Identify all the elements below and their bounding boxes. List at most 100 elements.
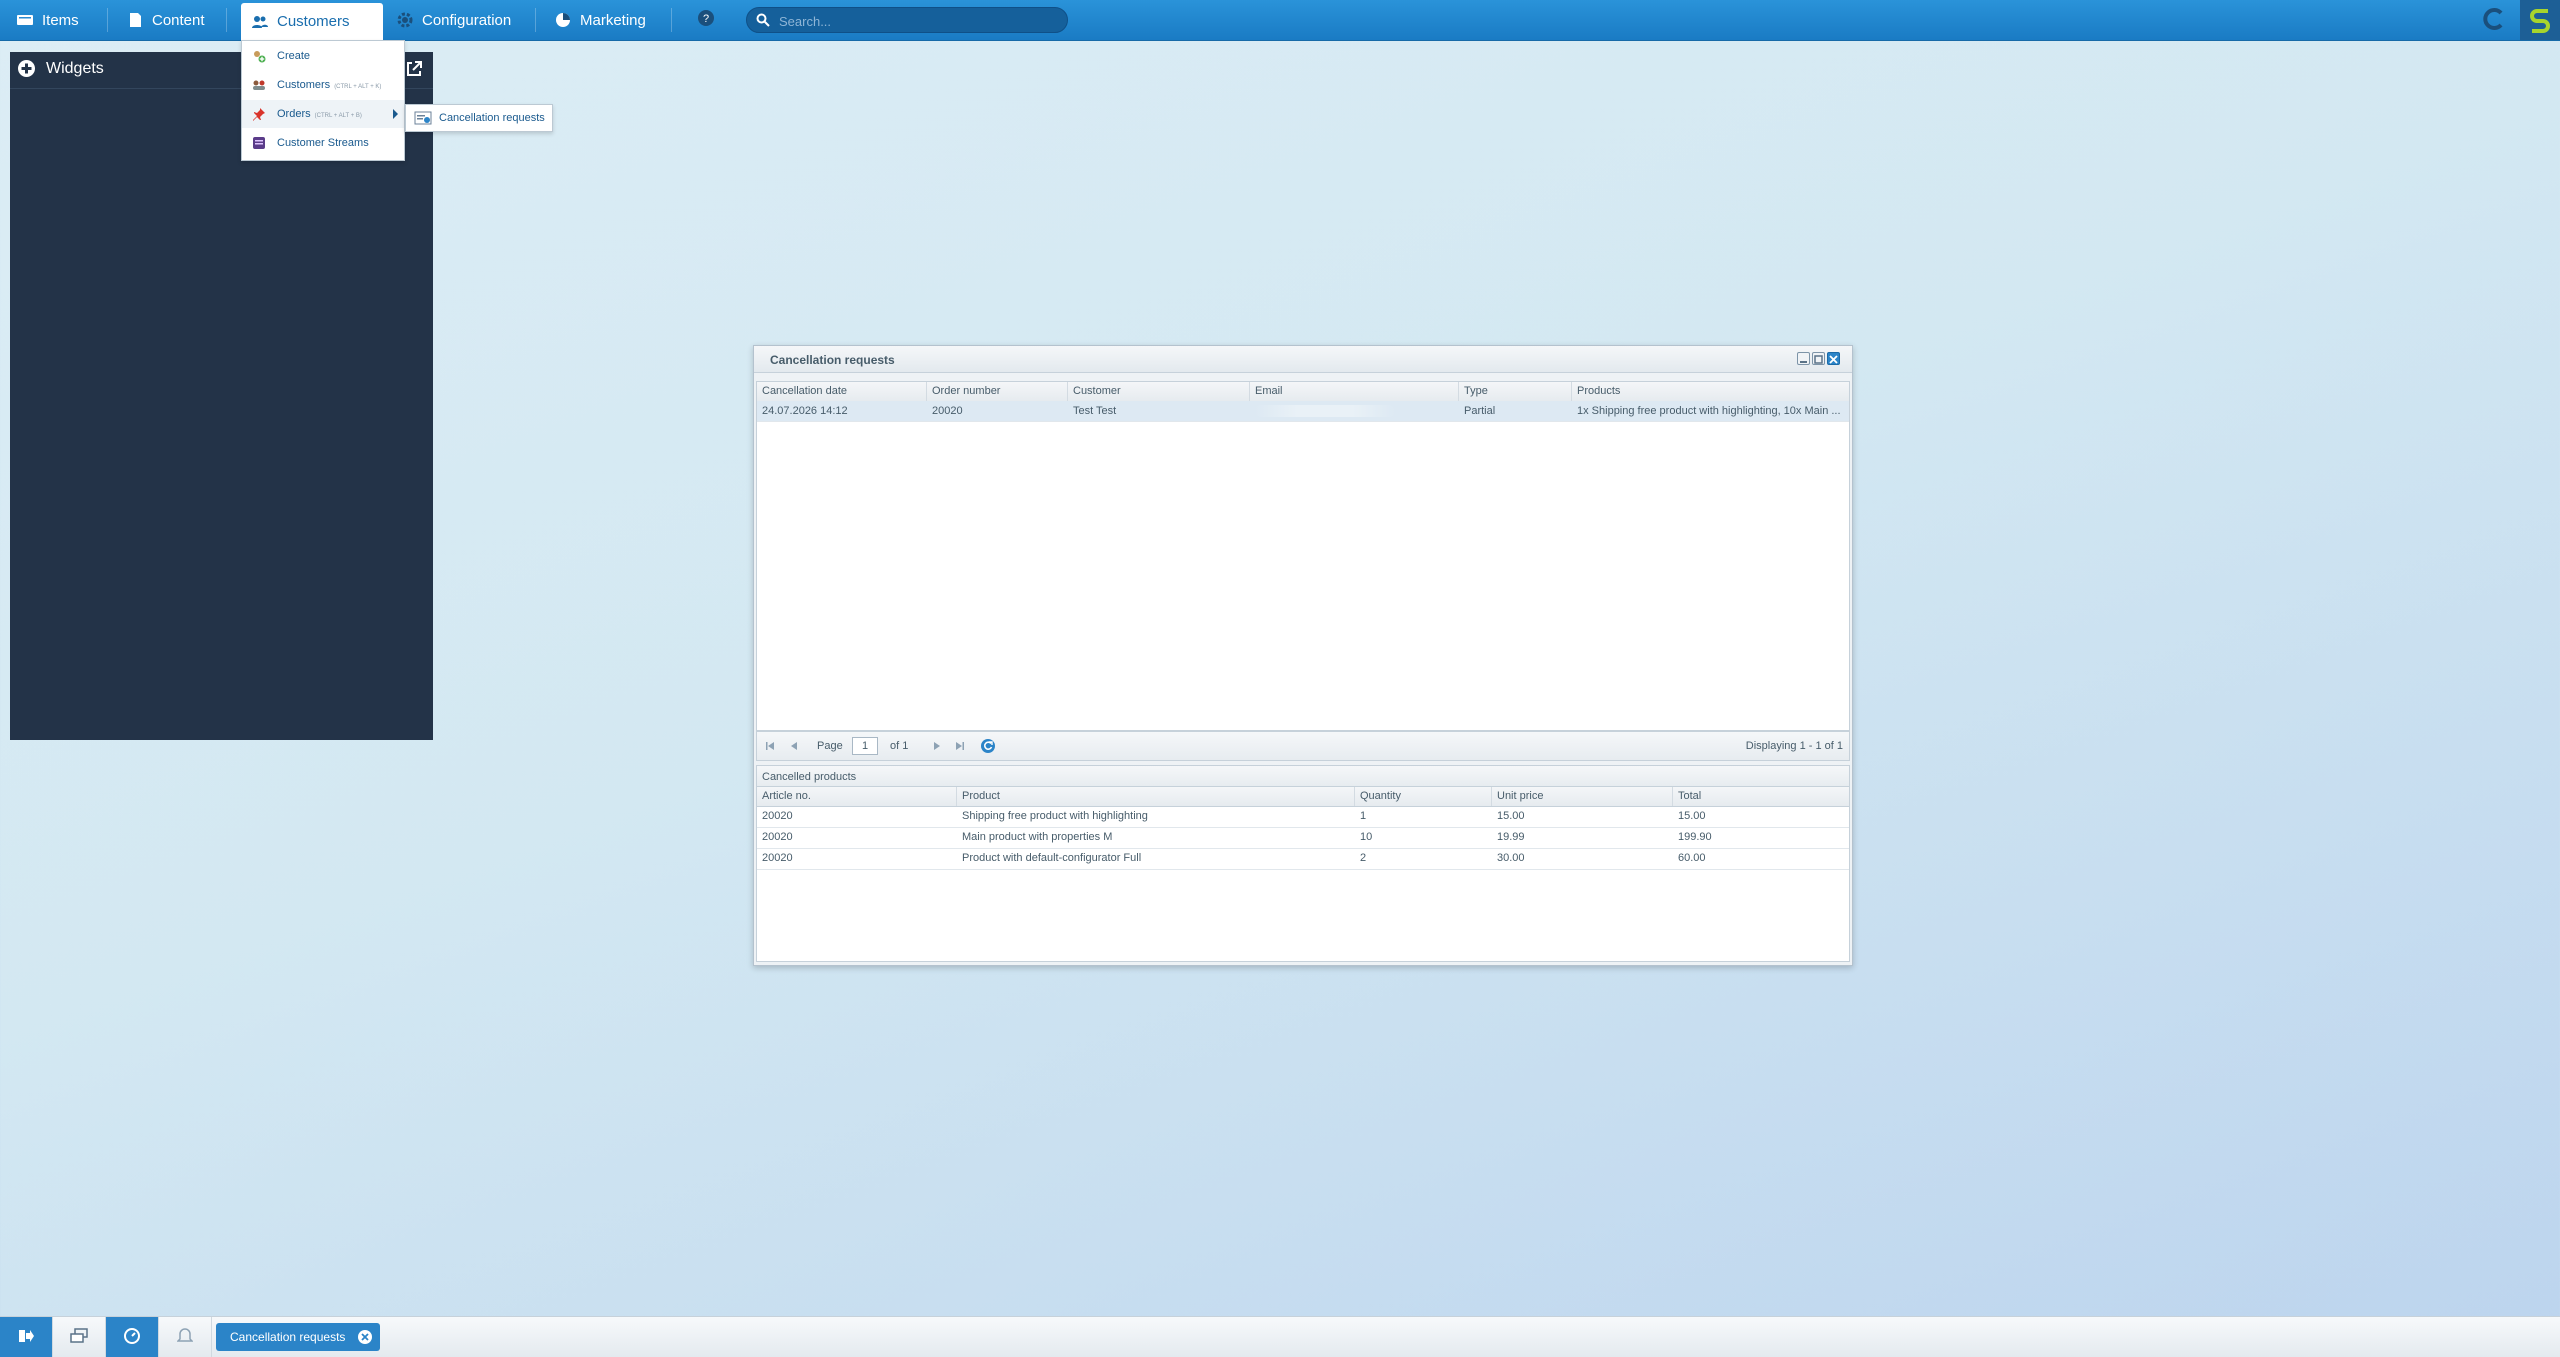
cell-article-no: 20020 — [762, 810, 793, 822]
page-number-input[interactable] — [852, 737, 878, 755]
column-header-type[interactable]: Type — [1459, 382, 1572, 401]
display-count: Displaying 1 - 1 of 1 — [1745, 740, 1843, 752]
grid-header: Cancellation date Order number Customer … — [757, 382, 1849, 402]
search-icon — [756, 13, 770, 30]
column-header-order-number[interactable]: Order number — [927, 382, 1068, 401]
column-header-article-no[interactable]: Article no. — [757, 787, 957, 806]
table-row[interactable]: 20020 Main product with properties M 10 … — [757, 827, 1849, 849]
column-header-unit-price[interactable]: Unit price — [1492, 787, 1673, 806]
logo-area — [2482, 0, 2560, 40]
cancellation-requests-icon — [414, 111, 432, 128]
previous-page-icon[interactable] — [789, 741, 799, 754]
close-icon[interactable] — [358, 1330, 372, 1344]
cell-quantity: 1 — [1360, 810, 1367, 822]
cell-type: Partial — [1464, 405, 1496, 417]
submenu-arrow-icon — [393, 109, 398, 119]
nav-items[interactable]: Items — [16, 0, 79, 40]
next-page-icon[interactable] — [932, 741, 942, 754]
refresh-icon[interactable] — [981, 739, 995, 753]
column-header-quantity[interactable]: Quantity — [1355, 787, 1492, 806]
shortcut-label: (CTRL + ALT + K) — [334, 84, 382, 90]
nav-customers-label: Customers — [277, 13, 350, 30]
nav-divider — [226, 8, 227, 32]
nav-configuration[interactable]: Configuration — [396, 0, 511, 40]
cell-product: Main product with properties M — [962, 831, 1113, 843]
help-icon: ? — [697, 9, 715, 31]
column-header-product[interactable]: Product — [957, 787, 1355, 806]
column-header-total[interactable]: Total — [1673, 787, 1851, 806]
submenu-item-cancellation-requests[interactable]: Cancellation requests — [439, 112, 545, 124]
minimize-button[interactable] — [1797, 352, 1810, 365]
help-button[interactable]: ? — [697, 0, 715, 40]
cell-total: 15.00 — [1678, 810, 1706, 822]
customers-dropdown-menu: Create Customers (CTRL + ALT + K) Orders(… — [241, 40, 405, 161]
dashboard-icon — [123, 1327, 141, 1348]
customers-list-icon — [252, 78, 266, 92]
logout-button[interactable] — [0, 1317, 53, 1357]
windows-button[interactable] — [53, 1317, 106, 1357]
add-widget-icon[interactable] — [18, 60, 35, 77]
content-icon — [126, 11, 144, 29]
marketing-icon — [554, 11, 572, 29]
dashboard-button[interactable] — [106, 1317, 159, 1357]
refresh-logo-icon[interactable] — [2482, 7, 2506, 34]
cancelled-products-grid: Article no. Product Quantity Unit price … — [756, 786, 1850, 962]
menu-item-label: Customer Streams — [277, 137, 369, 149]
table-row[interactable]: 24.07.2026 14:12 20020 Test Test Partial… — [757, 401, 1849, 422]
cell-article-no: 20020 — [762, 831, 793, 843]
column-header-customer[interactable]: Customer — [1068, 382, 1250, 401]
nav-divider — [671, 8, 672, 32]
column-header-email[interactable]: Email — [1250, 382, 1459, 401]
shortcut-label: (CTRL + ALT + B) — [314, 113, 362, 119]
pin-icon — [252, 107, 266, 121]
menu-item-label: Orders — [277, 108, 311, 120]
cancellation-requests-window: Cancellation requests Cancellation date … — [753, 345, 1853, 966]
customers-icon — [251, 13, 269, 31]
menu-item-label-wrap: Customers (CTRL + ALT + K) — [277, 79, 381, 91]
streams-icon — [252, 136, 266, 150]
nav-customers[interactable]: Customers — [241, 3, 383, 40]
cell-cancellation-date: 24.07.2026 14:12 — [762, 405, 848, 417]
table-row[interactable]: 20020 Shipping free product with highlig… — [757, 806, 1849, 828]
taskbar-window-label: Cancellation requests — [230, 1330, 346, 1344]
menu-item-create[interactable]: Create — [242, 42, 404, 70]
cell-products: 1x Shipping free product with highlighti… — [1577, 405, 1841, 417]
nav-marketing[interactable]: Marketing — [554, 0, 646, 40]
first-page-icon[interactable] — [765, 741, 775, 754]
cell-customer: Test Test — [1073, 405, 1117, 417]
windows-icon — [69, 1327, 89, 1347]
taskbar-window-cancellation-requests[interactable]: Cancellation requests — [216, 1323, 380, 1351]
table-row[interactable]: 20020 Product with default-configurator … — [757, 848, 1849, 870]
cell-unit-price: 15.00 — [1497, 810, 1525, 822]
notifications-button[interactable] — [159, 1317, 212, 1357]
column-header-products[interactable]: Products — [1572, 382, 1851, 401]
maximize-button[interactable] — [1812, 352, 1825, 365]
column-header-cancellation-date[interactable]: Cancellation date — [757, 382, 927, 401]
search-input[interactable] — [777, 11, 1061, 31]
create-icon — [252, 49, 266, 63]
nav-marketing-label: Marketing — [580, 11, 646, 29]
cell-total: 199.90 — [1678, 831, 1712, 843]
cell-product: Shipping free product with highlighting — [962, 810, 1148, 822]
top-menu-bar: Items Content Customers Configuration Ma… — [0, 0, 2560, 41]
taskbar: Cancellation requests — [0, 1316, 2560, 1357]
cell-order-number: 20020 — [932, 405, 963, 417]
nav-content-label: Content — [152, 11, 205, 29]
menu-item-customers[interactable]: Customers (CTRL + ALT + K) — [242, 71, 404, 99]
menu-item-label: Customers — [277, 79, 331, 91]
menu-item-customer-streams[interactable]: Customer Streams — [242, 129, 404, 157]
cell-product: Product with default-configurator Full — [962, 852, 1142, 864]
last-page-icon[interactable] — [955, 741, 965, 754]
svg-text:?: ? — [703, 13, 709, 25]
gear-icon — [396, 11, 414, 29]
nav-content[interactable]: Content — [126, 0, 205, 40]
logout-icon — [17, 1328, 35, 1347]
menu-item-label: Create — [277, 50, 311, 62]
external-link-icon[interactable] — [405, 60, 423, 81]
menu-item-orders[interactable]: Orders (CTRL + ALT + B) — [242, 100, 404, 128]
close-button[interactable] — [1827, 352, 1840, 365]
shopware-logo-icon — [2520, 0, 2560, 40]
window-header[interactable]: Cancellation requests — [754, 346, 1852, 373]
cell-article-no: 20020 — [762, 852, 793, 864]
page-label: Page — [817, 740, 843, 752]
